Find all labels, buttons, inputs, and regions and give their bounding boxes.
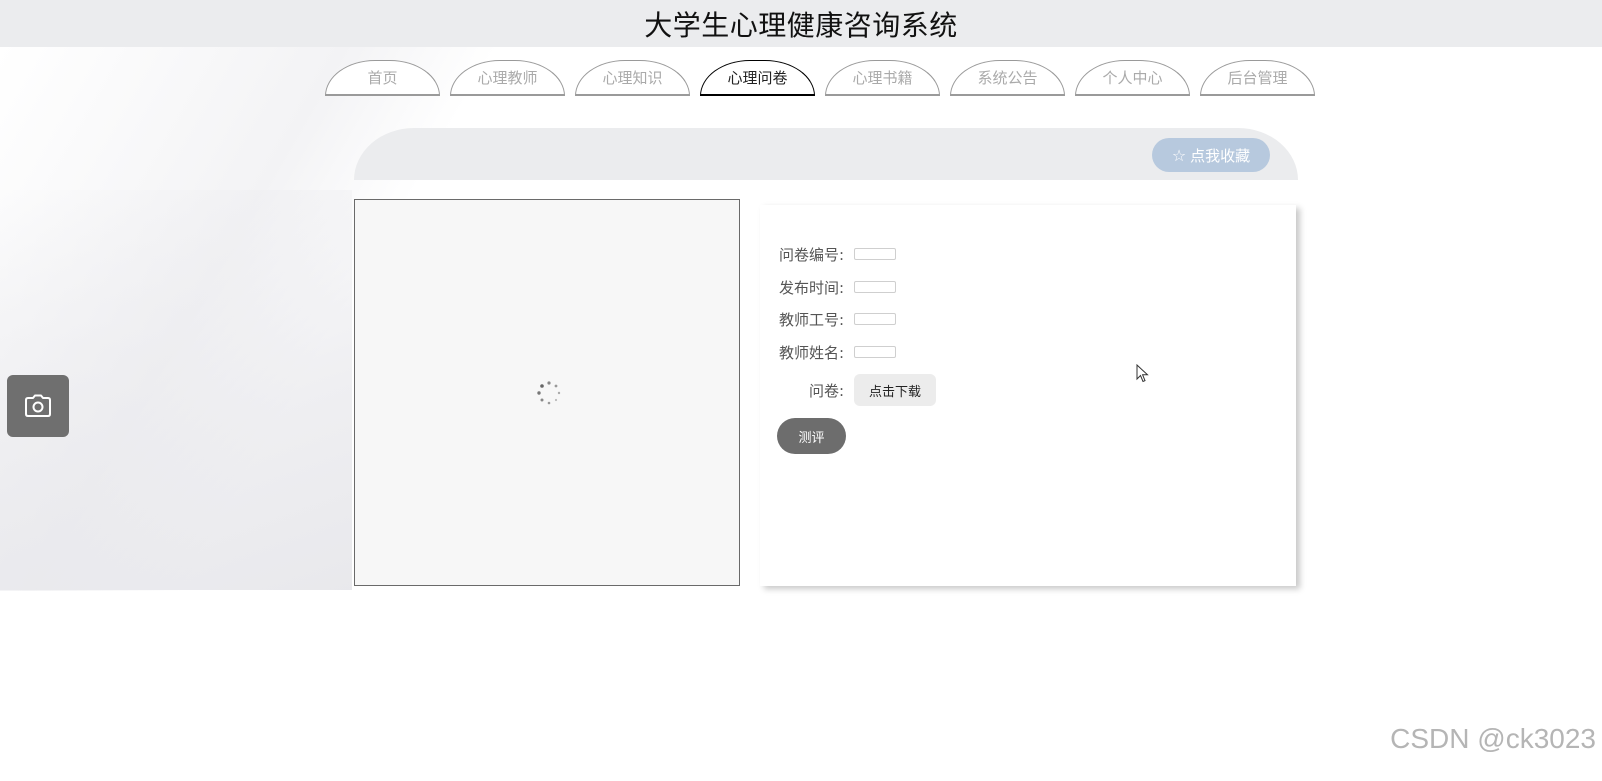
field-label: 问卷编号: <box>778 245 844 264</box>
nav-tab-admin[interactable]: 后台管理 <box>1200 60 1315 96</box>
field-questionnaire-id: 问卷编号: <box>760 243 896 265</box>
field-value <box>854 346 896 358</box>
camera-icon <box>25 394 51 417</box>
nav-tab-personal-center[interactable]: 个人中心 <box>1075 60 1190 96</box>
loading-spinner-icon <box>537 381 561 405</box>
camera-button[interactable] <box>7 375 69 437</box>
field-publish-time: 发布时间: <box>760 276 896 298</box>
page-title: 大学生心理健康咨询系统 <box>644 8 958 42</box>
questionnaire-image <box>354 199 740 586</box>
nav-tab-label: 首页 <box>367 69 398 87</box>
field-label: 问卷: <box>808 381 844 400</box>
nav-tab-teachers[interactable]: 心理教师 <box>450 60 565 96</box>
nav-tab-label: 心理知识 <box>602 69 663 87</box>
nav-tab-knowledge[interactable]: 心理知识 <box>575 60 690 96</box>
nav-tab-label: 心理书籍 <box>852 69 913 87</box>
nav-tab-announcements[interactable]: 系统公告 <box>950 60 1065 96</box>
nav-tab-label: 系统公告 <box>977 69 1038 87</box>
watermark: CSDN @ck3023 <box>1390 723 1596 754</box>
favorite-button[interactable]: ☆ 点我收藏 <box>1152 138 1270 172</box>
favorite-button-label: 点我收藏 <box>1190 146 1251 165</box>
nav-tab-books[interactable]: 心理书籍 <box>825 60 940 96</box>
page: 大学生心理健康咨询系统 首页 心理教师 心理知识 心理问卷 心理书籍 系统公告 … <box>0 0 1602 781</box>
nav-tab-label: 心理问卷 <box>727 69 788 87</box>
field-label: 教师工号: <box>778 310 844 329</box>
field-questionnaire-file: 问卷: 点击下载 <box>760 374 936 406</box>
header-bar: 大学生心理健康咨询系统 <box>0 0 1602 47</box>
nav-tab-home[interactable]: 首页 <box>325 60 440 96</box>
nav-tab-label: 心理教师 <box>477 69 538 87</box>
nav-tab-label: 个人中心 <box>1102 69 1163 87</box>
star-outline-icon: ☆ <box>1171 145 1187 165</box>
nav-tab-label: 后台管理 <box>1227 69 1288 87</box>
field-value <box>854 248 896 260</box>
main-nav: 首页 心理教师 心理知识 心理问卷 心理书籍 系统公告 个人中心 后台管理 <box>325 60 1315 98</box>
field-teacher-id: 教师工号: <box>760 308 896 330</box>
field-value <box>854 313 896 325</box>
field-teacher-name: 教师姓名: <box>760 341 896 363</box>
nav-tab-questionnaire[interactable]: 心理问卷 <box>700 60 815 96</box>
mouse-cursor-icon <box>1136 364 1149 383</box>
field-value <box>854 281 896 293</box>
download-button[interactable]: 点击下载 <box>854 374 936 406</box>
field-label: 发布时间: <box>778 278 844 297</box>
field-label: 教师姓名: <box>778 343 844 362</box>
evaluate-button[interactable]: 测评 <box>777 418 846 454</box>
